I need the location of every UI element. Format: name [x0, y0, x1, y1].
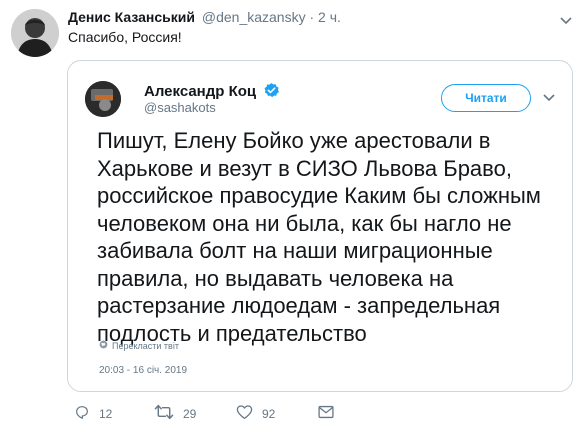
retweet-count: 29 [183, 406, 197, 421]
reply-action[interactable]: 12 [74, 404, 154, 423]
tweet: Денис Казанський @den_kazansky · 2 ч. Сп… [0, 0, 586, 433]
tweet-time[interactable]: 2 ч. [318, 9, 341, 25]
message-icon[interactable] [318, 405, 334, 422]
caret-down-icon[interactable] [538, 87, 560, 109]
quoted-author-name[interactable]: Александр Коц [144, 83, 256, 100]
author-handle[interactable]: @den_kazansky [202, 9, 306, 25]
like-count: 92 [262, 406, 276, 421]
tweet-text: Спасибо, Россия! [68, 29, 182, 45]
translate-link[interactable]: Перекласти твіт [99, 340, 179, 351]
like-action[interactable]: 92 [236, 404, 318, 423]
quoted-timestamp[interactable]: 20:03 - 16 січ. 2019 [99, 365, 187, 376]
quoted-tweet[interactable]: Александр Коц @sashakots Читати Пишут, Е… [67, 60, 573, 392]
translate-label[interactable]: Перекласти твіт [112, 341, 179, 351]
globe-icon [99, 340, 108, 351]
author-avatar[interactable] [11, 9, 59, 57]
tweet-header: Денис Казанський @den_kazansky · 2 ч. [68, 8, 341, 26]
quoted-tweet-text: Пишут, Елену Бойко уже арестовали в Харь… [97, 128, 541, 346]
reply-count: 12 [99, 406, 113, 421]
caret-down-icon[interactable] [555, 10, 577, 32]
reply-icon[interactable] [74, 404, 90, 423]
direct-message-action[interactable] [318, 405, 334, 422]
verified-badge-icon [263, 82, 280, 104]
follow-button[interactable]: Читати [441, 84, 531, 112]
retweet-icon[interactable] [154, 404, 174, 423]
author-name[interactable]: Денис Казанський [68, 9, 195, 25]
tweet-actions: 12 29 92 [74, 404, 334, 423]
like-icon[interactable] [236, 404, 253, 423]
quoted-author-handle[interactable]: @sashakots [144, 100, 216, 116]
quoted-author-avatar[interactable] [85, 81, 121, 117]
retweet-action[interactable]: 29 [154, 404, 236, 423]
separator: · [309, 9, 315, 25]
